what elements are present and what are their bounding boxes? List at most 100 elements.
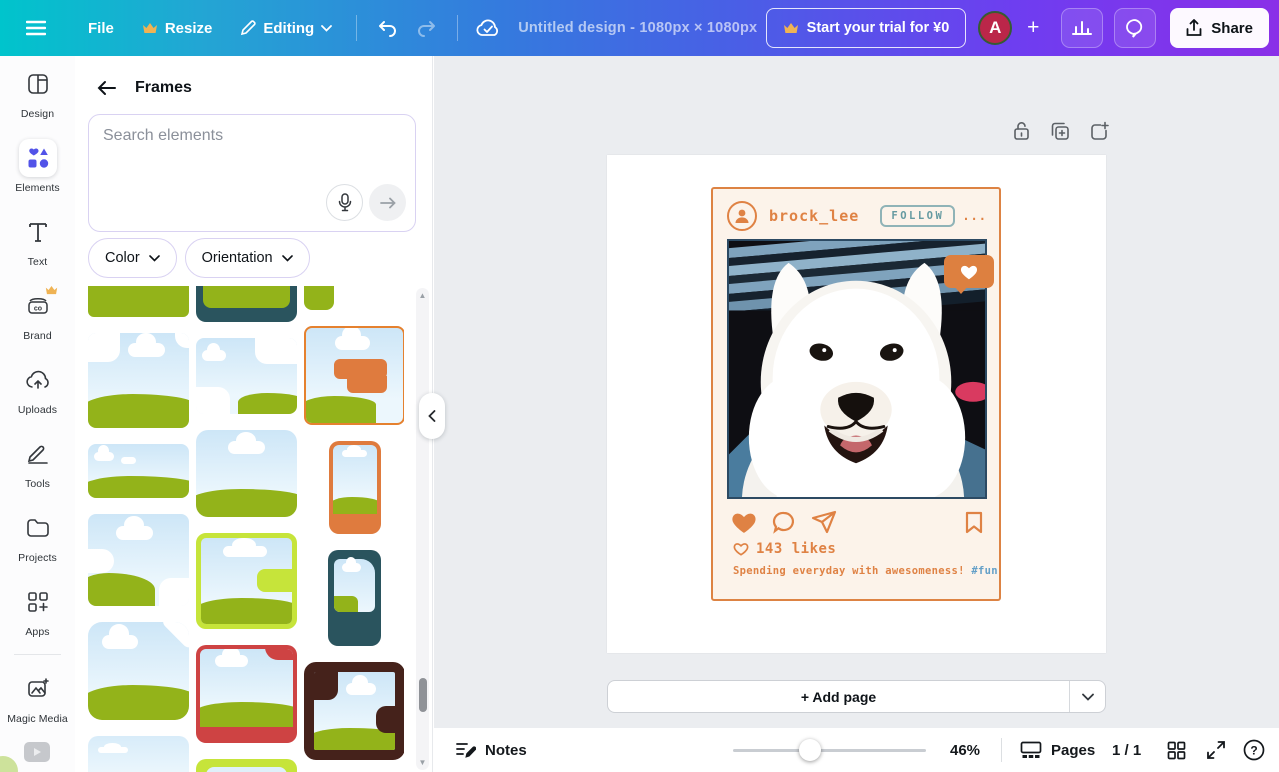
microphone-icon	[338, 193, 352, 212]
arrow-left-icon	[97, 80, 117, 96]
scroll-up-arrow[interactable]: ▲	[416, 291, 429, 300]
left-rail: Design Elements Text co Brand Uploads To…	[0, 56, 75, 772]
crown-icon	[783, 22, 799, 34]
canvas-workspace[interactable]: brock_lee FOLLOW ...	[434, 56, 1279, 728]
sidebar-item-magic-media[interactable]: Magic Media	[0, 661, 75, 735]
sidebar-item-brand[interactable]: co Brand	[0, 278, 75, 352]
resize-button[interactable]: Resize	[130, 12, 225, 45]
design-title[interactable]: Untitled design - 1080px × 1080px	[510, 20, 761, 36]
bookmark-icon[interactable]	[965, 511, 983, 534]
add-page-caret-button[interactable]	[1069, 681, 1105, 712]
lock-page-button[interactable]	[1010, 120, 1032, 142]
frame-thumbnail-puzzle-b[interactable]	[88, 514, 189, 606]
frame-thumbnail-hill-cut[interactable]	[88, 286, 189, 317]
filter-orientation[interactable]: Orientation	[185, 238, 310, 278]
filter-orientation-label: Orientation	[202, 250, 273, 266]
frame-thumbnail-sliver-lime[interactable]	[196, 759, 297, 772]
undo-button[interactable]	[369, 10, 405, 46]
frame-thumbnail-rounded-landscape[interactable]	[196, 430, 297, 517]
comments-button[interactable]	[1114, 8, 1156, 48]
search-box	[88, 114, 416, 232]
help-icon: ?	[1243, 739, 1265, 761]
rail-divider	[14, 654, 61, 655]
pencil-icon	[240, 20, 256, 36]
toolbar-divider	[457, 15, 458, 41]
frame-thumbnail-lime-frame[interactable]	[196, 533, 297, 629]
sidebar-item-tools[interactable]: Tools	[0, 426, 75, 500]
frame-thumbnail-sliver-green[interactable]	[304, 286, 334, 310]
editing-mode-button[interactable]: Editing	[228, 12, 344, 45]
sidebar-item-projects[interactable]: Projects	[0, 500, 75, 574]
frame-thumbnail-orange-selected[interactable]	[304, 326, 404, 425]
upload-share-icon	[1186, 19, 1202, 37]
chevron-down-icon	[282, 255, 293, 262]
notes-button[interactable]: Notes	[456, 741, 527, 759]
sidebar-item-label: Apps	[25, 626, 49, 638]
panel-title: Frames	[135, 79, 192, 97]
frame-thumbnail-puzzle-c[interactable]	[196, 338, 297, 414]
add-page-button[interactable]: + Add page	[608, 681, 1069, 712]
instagram-post-frame[interactable]: brock_lee FOLLOW ...	[711, 187, 1001, 601]
hamburger-icon	[26, 20, 46, 36]
frame-thumbnail-sliver-sky[interactable]	[88, 736, 189, 772]
search-input[interactable]	[103, 127, 393, 145]
trial-button[interactable]: Start your trial for ¥0	[766, 8, 967, 48]
zoom-slider[interactable]	[733, 728, 926, 772]
duplicate-page-button[interactable]	[1049, 120, 1071, 142]
sidebar-item-label: Elements	[15, 182, 60, 194]
search-submit-button[interactable]	[369, 184, 406, 221]
sidebar-item-design[interactable]: Design	[0, 56, 75, 130]
comment-icon[interactable]	[772, 511, 796, 534]
thumb-part-cloud	[342, 563, 361, 572]
post-avatar	[727, 201, 757, 231]
magic-media-icon	[26, 677, 50, 701]
send-icon[interactable]	[811, 510, 837, 534]
frame-thumbnail-red-frame[interactable]	[196, 645, 297, 743]
panel-collapse-handle[interactable]	[419, 393, 445, 439]
frame-thumbnail-teal-tall[interactable]	[328, 550, 381, 646]
frame-thumbnail-wide-hill[interactable]	[88, 444, 189, 498]
file-menu-button[interactable]: File	[76, 12, 126, 45]
sidebar-item-uploads[interactable]: Uploads	[0, 352, 75, 426]
insights-button[interactable]	[1061, 8, 1103, 48]
design-page[interactable]: brock_lee FOLLOW ...	[607, 155, 1106, 653]
sidebar-item-label: Brand	[23, 330, 52, 342]
grid-view-button[interactable]	[1162, 736, 1190, 764]
add-page-icon-button[interactable]	[1088, 120, 1110, 142]
thumb-part-cloud	[228, 441, 264, 454]
duplicate-icon	[1050, 121, 1070, 141]
like-heart-icon[interactable]	[731, 511, 757, 534]
filter-color[interactable]: Color	[88, 238, 177, 278]
frame-thumbnail-brown-frame[interactable]	[304, 662, 404, 760]
frame-thumbnail-rounded-notch[interactable]	[88, 622, 189, 720]
scroll-down-arrow[interactable]: ▼	[416, 758, 429, 767]
redo-button[interactable]	[409, 10, 445, 46]
help-button[interactable]: ?	[1240, 736, 1268, 764]
frame-thumbnail-orange-tall[interactable]	[329, 441, 381, 534]
fullscreen-button[interactable]	[1202, 736, 1230, 764]
add-member-button[interactable]: +	[1016, 11, 1050, 45]
heart-icon	[960, 264, 978, 280]
back-button[interactable]	[95, 76, 119, 100]
zoom-slider-thumb[interactable]	[799, 739, 821, 761]
sidebar-item-elements[interactable]: Elements	[0, 130, 75, 204]
arrow-right-icon	[380, 197, 396, 209]
pages-button[interactable]: Pages	[1020, 741, 1095, 759]
likes-count: 143 likes	[756, 541, 836, 557]
voice-search-button[interactable]	[326, 184, 363, 221]
sidebar-item-apps[interactable]: Apps	[0, 574, 75, 648]
panel-scrollbar[interactable]: ▲ ▼	[416, 288, 429, 770]
avatar[interactable]: A	[978, 11, 1012, 45]
frame-thumbnail-teal-partial[interactable]	[196, 286, 297, 322]
frame-thumbnail-puzzle-a[interactable]	[88, 333, 189, 428]
video-tutorial-icon[interactable]	[24, 742, 50, 762]
scrollbar-thumb[interactable]	[419, 678, 427, 712]
thumb-part-hill	[196, 598, 297, 626]
thumb-part-hill	[88, 286, 189, 317]
main-menu-button[interactable]	[18, 10, 54, 46]
share-button[interactable]: Share	[1170, 8, 1269, 48]
zoom-slider-track[interactable]	[733, 749, 926, 752]
page-indicator: 1 / 1	[1112, 742, 1141, 759]
sidebar-item-text[interactable]: Text	[0, 204, 75, 278]
thumb-part-cloud	[94, 452, 114, 462]
